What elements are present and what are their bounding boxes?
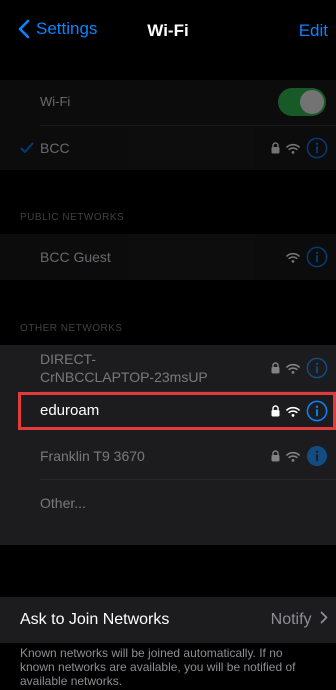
ask-to-join-row[interactable]: Ask to Join Networks Notify <box>0 597 336 643</box>
page-title: Wi-Fi <box>147 21 189 40</box>
info-icon[interactable] <box>306 445 328 467</box>
network-row-franklin[interactable]: Franklin T9 3670 <box>0 433 336 479</box>
public-networks-group: BCC Guest <box>0 234 336 280</box>
section-header-public: PUBLIC NETWORKS <box>20 212 125 223</box>
navigation-bar: Settings Wi-Fi Edit <box>0 0 336 64</box>
wifi-group: Wi-Fi BCC <box>0 80 336 170</box>
other-networks-group: DIRECT- CrNBCCLAPTOP-23msUP eduroam Fran… <box>0 345 336 545</box>
network-row-other[interactable]: Other... <box>0 480 336 526</box>
ask-to-join-label: Ask to Join Networks <box>20 611 170 628</box>
network-name: Franklin T9 3670 <box>40 448 145 464</box>
connected-network-name: BCC <box>40 140 70 156</box>
info-icon[interactable] <box>306 357 328 379</box>
info-icon[interactable] <box>306 137 328 159</box>
lock-icon <box>271 362 280 374</box>
wifi-toggle-label: Wi-Fi <box>40 94 71 109</box>
network-row-bcc-guest[interactable]: BCC Guest <box>0 234 336 280</box>
eduroam-highlight-box <box>18 392 336 430</box>
checkmark-icon <box>20 142 34 153</box>
wifi-icon <box>286 451 300 462</box>
ask-to-join-value: Notify <box>271 611 328 629</box>
wifi-icon <box>286 143 300 154</box>
chevron-right-icon <box>320 611 328 624</box>
wifi-icon <box>286 363 300 374</box>
info-icon[interactable] <box>306 246 328 268</box>
wifi-toggle-row: Wi-Fi <box>0 80 336 124</box>
wifi-icon <box>286 252 300 263</box>
lock-icon <box>271 142 280 154</box>
lock-icon <box>271 450 280 462</box>
network-name-line1: DIRECT- <box>40 351 96 367</box>
network-status-icons <box>271 137 328 159</box>
network-name-line2: CrNBCCLAPTOP-23msUP <box>40 369 208 385</box>
ask-to-join-footer: Known networks will be joined automatica… <box>20 646 296 688</box>
network-status-icons <box>271 445 328 467</box>
ask-to-join-value-text: Notify <box>270 611 312 628</box>
other-network-label: Other... <box>40 495 86 511</box>
network-status-icons <box>271 357 328 379</box>
section-header-other: OTHER NETWORKS <box>20 323 123 334</box>
edit-button[interactable]: Edit <box>299 21 328 41</box>
network-row-direct[interactable]: DIRECT- CrNBCCLAPTOP-23msUP <box>0 345 336 391</box>
toggle-knob <box>300 90 324 114</box>
connected-network-row[interactable]: BCC <box>0 126 336 170</box>
network-name: BCC Guest <box>40 249 111 265</box>
network-status-icons <box>286 246 328 268</box>
wifi-toggle[interactable] <box>278 88 326 116</box>
